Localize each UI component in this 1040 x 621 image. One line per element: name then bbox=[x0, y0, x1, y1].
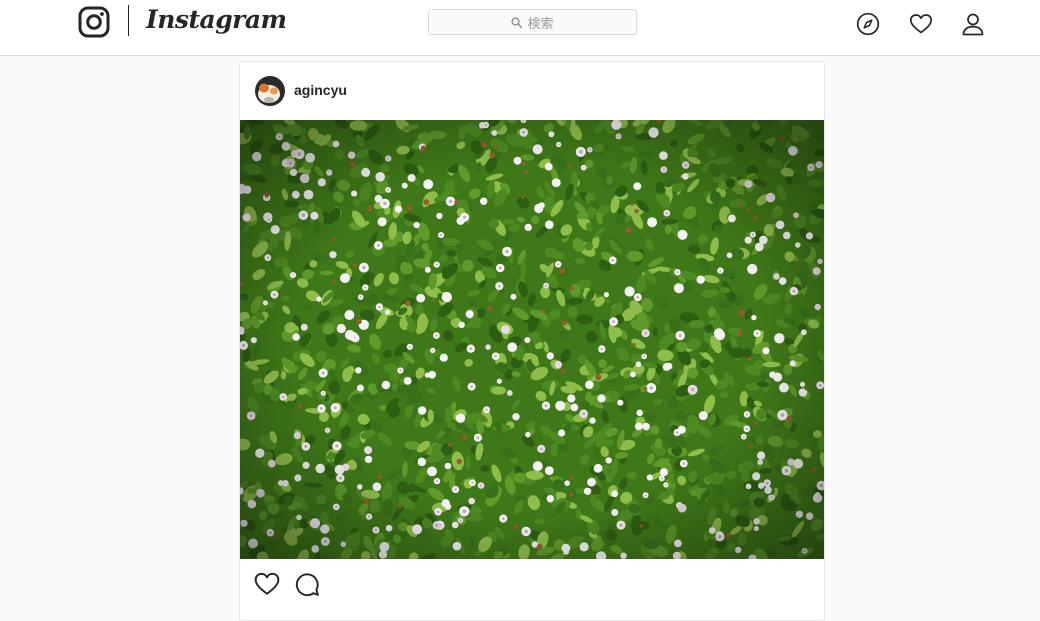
post-header: agincyu bbox=[240, 62, 824, 120]
instagram-logo-icon[interactable] bbox=[78, 6, 110, 38]
heart-icon[interactable] bbox=[909, 12, 933, 36]
search-icon bbox=[511, 16, 523, 28]
person-icon[interactable] bbox=[961, 12, 985, 36]
logo-divider bbox=[128, 5, 129, 36]
feed-post: agincyu bbox=[239, 61, 825, 621]
search-placeholder: 検索 bbox=[527, 15, 554, 31]
search-input[interactable]: 検索 bbox=[428, 9, 637, 35]
post-username[interactable]: agincyu bbox=[294, 82, 347, 98]
post-photo[interactable] bbox=[240, 120, 824, 559]
comment-bubble-icon[interactable] bbox=[294, 571, 320, 597]
instagram-wordmark[interactable]: Instagram bbox=[146, 2, 287, 38]
top-navigation-bar: Instagram 検索 bbox=[0, 0, 1040, 56]
avatar[interactable] bbox=[255, 76, 285, 106]
like-heart-icon[interactable] bbox=[254, 571, 280, 597]
compass-icon[interactable] bbox=[856, 12, 880, 36]
